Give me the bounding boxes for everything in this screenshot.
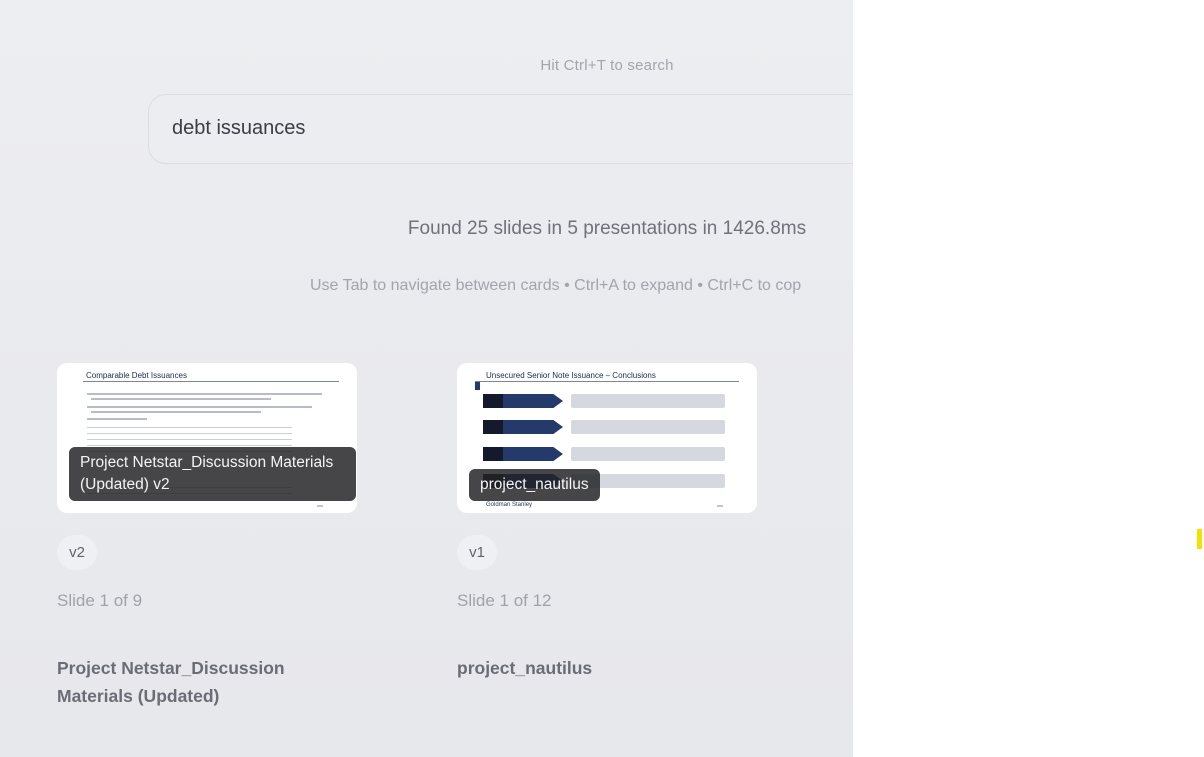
thumbnail-table-line bbox=[87, 445, 292, 446]
slide-position: Slide 1 of 9 bbox=[57, 591, 143, 610]
search-hint: Hit Ctrl+T to search bbox=[540, 57, 674, 74]
thumbnail-number-block bbox=[483, 394, 503, 408]
thumbnail-number-block bbox=[483, 420, 503, 434]
result-card[interactable]: Unsecured Senior Note Issuance – Conclus… bbox=[457, 363, 757, 678]
thumbnail-rule bbox=[475, 381, 739, 382]
search-box[interactable] bbox=[148, 94, 853, 164]
thumbnail-text-line bbox=[87, 393, 322, 395]
thumbnail-table-line bbox=[87, 433, 292, 434]
thumbnail-table-line bbox=[87, 427, 292, 428]
slide-thumbnail[interactable]: Unsecured Senior Note Issuance – Conclus… bbox=[457, 363, 757, 513]
thumbnail-accent bbox=[475, 382, 480, 390]
thumbnail-page-number bbox=[317, 505, 323, 507]
presentation-name: project_nautilus bbox=[457, 658, 593, 678]
thumbnail-rule bbox=[83, 381, 339, 382]
results-summary: Found 25 slides in 5 presentations in 14… bbox=[407, 218, 807, 239]
search-input[interactable] bbox=[172, 117, 772, 140]
slide-position: Slide 1 of 12 bbox=[457, 591, 552, 610]
thumbnail-slide-title: Comparable Debt Issuances bbox=[86, 371, 187, 380]
thumbnail-slide-title: Unsecured Senior Note Issuance – Conclus… bbox=[486, 371, 656, 380]
thumbnail-footer: Goldman Stanley bbox=[486, 502, 533, 508]
keyboard-shortcuts-hint: Use Tab to navigate between cards • Ctrl… bbox=[310, 277, 802, 294]
presentation-overlay-label: project_nautilus bbox=[469, 469, 600, 501]
presentation-overlay-label: Project Netstar_Discussion Materials (Up… bbox=[69, 447, 356, 501]
slide-thumbnail[interactable]: Comparable Debt Issuances Project Netsta… bbox=[57, 363, 357, 513]
thumbnail-text-line bbox=[91, 411, 261, 413]
thumbnail-text-box bbox=[571, 420, 725, 434]
thumbnail-text-line bbox=[87, 406, 312, 408]
thumbnail-text-box bbox=[571, 447, 725, 461]
thumbnail-table-line bbox=[87, 439, 292, 440]
thumbnail-text-box bbox=[571, 394, 725, 408]
thumbnail-text-line bbox=[87, 418, 147, 420]
presentation-name: Project Netstar_Discussion Materials (Up… bbox=[57, 658, 285, 706]
thumbnail-page-number bbox=[717, 505, 723, 507]
highlight-marker bbox=[1197, 529, 1202, 549]
thumbnail-number-block bbox=[483, 447, 503, 461]
version-badge: v2 bbox=[57, 535, 97, 570]
result-card[interactable]: Comparable Debt Issuances Project Netsta… bbox=[57, 363, 357, 706]
search-app: Hit Ctrl+T to search Found 25 slides in … bbox=[0, 0, 853, 757]
thumbnail-text-line bbox=[91, 398, 271, 400]
version-badge: v1 bbox=[457, 535, 497, 570]
